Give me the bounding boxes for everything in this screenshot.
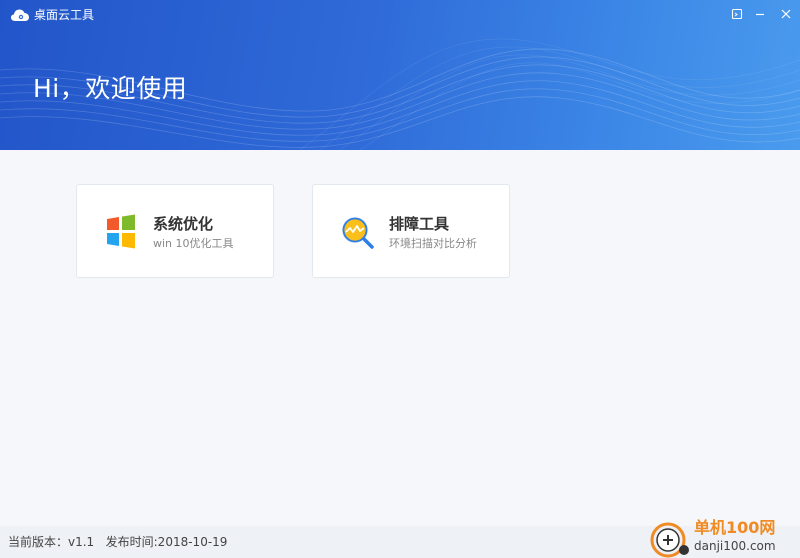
windows-logo-icon [107,214,135,249]
watermark-logo-icon [650,522,689,558]
card-description: win 10优化工具 [153,237,234,250]
feedback-button[interactable] [727,5,747,23]
card-title: 系统优化 [153,215,214,233]
app-title: 桌面云工具 [34,8,95,22]
card-title: 排障工具 [389,215,450,233]
card-description: 环境扫描对比分析 [389,237,477,250]
watermark-site-name: 单机100网 [694,518,776,537]
version-label: 当前版本：v1.1 [8,535,95,549]
feedback-icon [731,8,743,20]
minimize-button[interactable] [750,5,770,23]
close-button[interactable] [776,5,796,23]
close-icon [781,9,791,19]
title-bar: 桌面云工具 [0,0,800,30]
cloud-icon [11,9,29,21]
diagnostic-magnifier-icon [342,217,374,249]
troubleshoot-tool-card[interactable]: 排障工具 环境扫描对比分析 [312,184,510,278]
header-banner: 桌面云工具 Hi，欢迎使用 [0,0,800,150]
system-optimize-card[interactable]: 系统优化 win 10优化工具 [76,184,274,278]
watermark-domain: danji100.com [694,539,776,553]
minimize-icon [756,13,764,16]
site-watermark: 单机100网 danji100.com [650,516,800,558]
release-date-label: 发布时间:2018-10-19 [105,535,228,549]
version-info: 当前版本：v1.1 发布时间:2018-10-19 [8,535,227,549]
welcome-greeting: Hi，欢迎使用 [33,74,188,103]
